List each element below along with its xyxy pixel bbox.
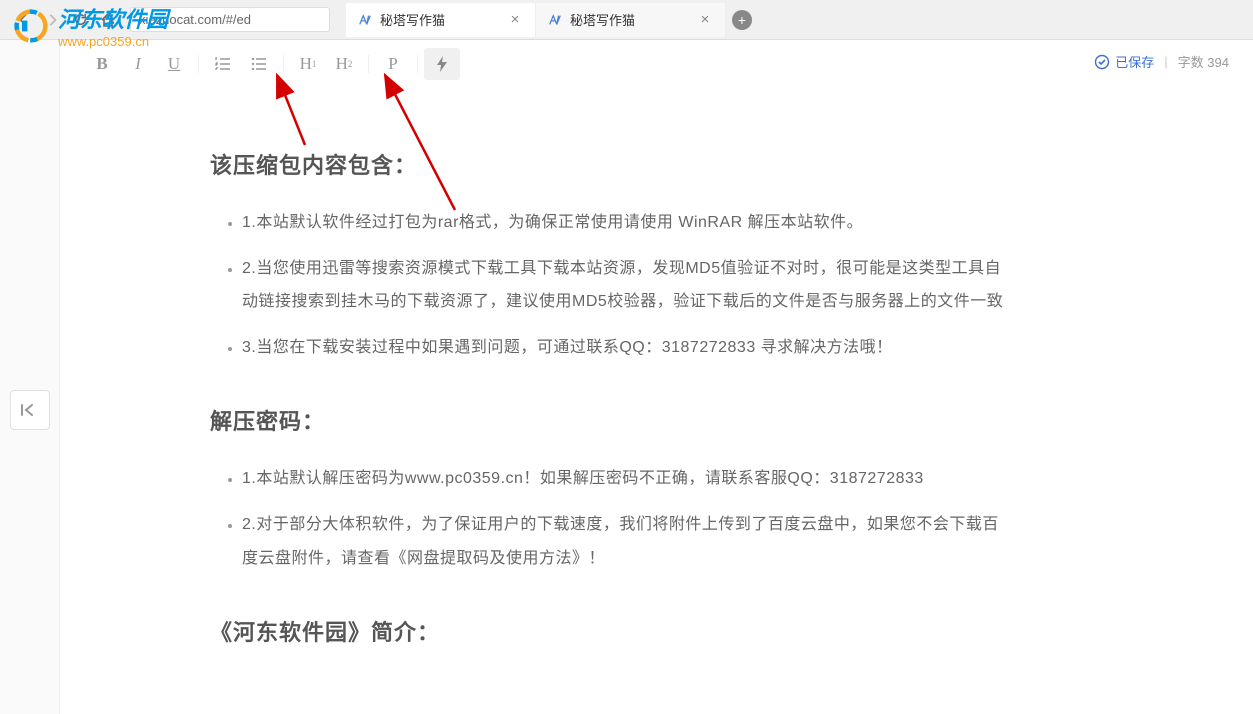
- document-editor[interactable]: 该压缩包内容包含： 1.本站默认软件经过打包为rar格式，为确保正常使用请使用 W…: [60, 88, 1253, 713]
- lightning-icon: [437, 56, 447, 72]
- format-toolbar: B I U H1 H2 P: [60, 40, 1253, 88]
- section-heading: 《河东软件园》简介：: [210, 615, 1010, 647]
- list-item: 2.对于部分大体积软件，为了保证用户的下载速度，我们将附件上传到了百度云盘中，如…: [242, 508, 1010, 575]
- h1-button[interactable]: H1: [290, 48, 326, 80]
- saved-label: 已保存: [1115, 52, 1154, 71]
- collapse-icon: [20, 402, 40, 418]
- editor-main: B I U H1 H2 P 已保存: [60, 40, 1253, 714]
- underline-button[interactable]: U: [156, 48, 192, 80]
- section-heading: 解压密码：: [210, 404, 1010, 436]
- tab-title: 秘塔写作猫: [380, 10, 507, 29]
- tab-close-button[interactable]: ×: [697, 12, 713, 28]
- tab-favicon-icon: [548, 13, 562, 27]
- tab-close-button[interactable]: ×: [507, 12, 523, 28]
- word-count-label: 字数: [1178, 55, 1204, 70]
- bolt-button[interactable]: [424, 48, 460, 80]
- nav-home-button[interactable]: [94, 6, 122, 34]
- browser-tab-1[interactable]: 秘塔写作猫 ×: [346, 3, 536, 37]
- nav-forward-button[interactable]: [38, 6, 66, 34]
- section-list: 1.本站默认软件经过打包为rar格式，为确保正常使用请使用 WinRAR 解压本…: [210, 206, 1010, 364]
- bold-button[interactable]: B: [84, 48, 120, 80]
- saved-status: 已保存: [1094, 52, 1154, 71]
- nav-back-button[interactable]: [10, 6, 38, 34]
- toolbar-separator: [368, 55, 369, 73]
- toolbar-separator: [198, 55, 199, 73]
- toolbar-separator: [283, 55, 284, 73]
- unordered-list-button[interactable]: [241, 48, 277, 80]
- status-divider: |: [1164, 54, 1167, 69]
- new-tab-button[interactable]: +: [732, 10, 752, 30]
- browser-tabs: 秘塔写作猫 × 秘塔写作猫 × +: [346, 0, 752, 39]
- list-item: 1.本站默认软件经过打包为rar格式，为确保正常使用请使用 WinRAR 解压本…: [242, 206, 1010, 240]
- tab-title: 秘塔写作猫: [570, 10, 697, 29]
- list-item: 2.当您使用迅雷等搜索资源模式下载工具下载本站资源，发现MD5值验证不对时，很可…: [242, 252, 1010, 319]
- status-bar: 已保存 | 字数 394: [1094, 52, 1229, 71]
- sidebar-collapse-button[interactable]: [10, 390, 50, 430]
- ordered-list-icon: [215, 57, 231, 71]
- italic-button[interactable]: I: [120, 48, 156, 80]
- address-bar[interactable]: xiezuocat.com/#/ed: [130, 7, 330, 32]
- left-sidebar: [0, 40, 60, 714]
- browser-tab-2[interactable]: 秘塔写作猫 ×: [536, 3, 726, 37]
- section-list: 1.本站默认解压密码为www.pc0359.cn！如果解压密码不正确，请联系客服…: [210, 462, 1010, 575]
- toolbar-separator: [417, 55, 418, 73]
- paragraph-button[interactable]: P: [375, 48, 411, 80]
- browser-toolbar: xiezuocat.com/#/ed 秘塔写作猫 × 秘塔写作猫 × +: [0, 0, 1253, 40]
- nav-reload-button[interactable]: [66, 6, 94, 34]
- h2-button[interactable]: H2: [326, 48, 362, 80]
- word-count: 字数 394: [1178, 52, 1229, 71]
- tab-favicon-icon: [358, 13, 372, 27]
- check-circle-icon: [1094, 54, 1110, 70]
- unordered-list-icon: [251, 57, 267, 71]
- ordered-list-button[interactable]: [205, 48, 241, 80]
- list-item: 3.当您在下载安装过程中如果遇到问题，可通过联系QQ：3187272833 寻求…: [242, 331, 1010, 365]
- section-heading: 该压缩包内容包含：: [210, 148, 1010, 180]
- word-count-value: 394: [1207, 55, 1229, 70]
- list-item: 1.本站默认解压密码为www.pc0359.cn！如果解压密码不正确，请联系客服…: [242, 462, 1010, 496]
